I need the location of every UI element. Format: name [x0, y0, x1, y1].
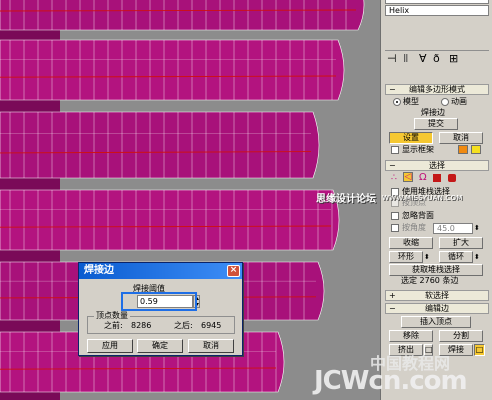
- commit-button[interactable]: 提交: [414, 118, 458, 130]
- before-value: 8286: [131, 321, 152, 330]
- by-angle-input[interactable]: 45.0: [433, 223, 473, 234]
- edge-select-icon[interactable]: ◁: [403, 172, 413, 182]
- show-cage-checkbox[interactable]: [391, 146, 399, 154]
- extrude-button[interactable]: 挤出: [389, 344, 423, 356]
- after-value: 6945: [201, 321, 222, 330]
- threshold-highlight: [121, 292, 197, 311]
- rollout-edit-poly-mode-title: 编辑多边形模式: [409, 85, 465, 94]
- helix-band: [0, 189, 340, 251]
- ring-button[interactable]: 环形: [389, 251, 423, 263]
- by-angle-checkbox[interactable]: [391, 224, 399, 232]
- mode-model-radio[interactable]: [393, 98, 401, 106]
- command-panel: Helix ⊣ Ⅱ ∀ ð ⊞ − 编辑多边形模式 模型 动画 焊接边 提交 设…: [380, 0, 492, 400]
- object-list-top: [385, 0, 489, 4]
- make-unique-icon[interactable]: ∀: [419, 53, 427, 64]
- use-stack-selection-label: 使用堆栈选择: [402, 187, 450, 196]
- by-vertex-label: 按顶点: [402, 198, 426, 207]
- loop-spinner[interactable]: ⬍: [474, 252, 480, 262]
- rollout-edit-edges[interactable]: − 编辑边: [385, 303, 489, 314]
- remove-modifier-icon[interactable]: ð: [433, 53, 440, 64]
- mode-animate-label: 动画: [451, 97, 467, 106]
- by-vertex-checkbox[interactable]: [391, 199, 399, 207]
- show-cage-label: 显示框架: [402, 145, 434, 154]
- rollout-selection[interactable]: − 选择: [385, 160, 489, 171]
- rollout-selection-title: 选择: [429, 161, 445, 170]
- vertex-count-label: 顶点数量: [94, 311, 130, 320]
- helix-band: [0, 39, 345, 101]
- by-angle-spinner[interactable]: ⬍: [474, 223, 480, 233]
- weld-button[interactable]: 焊接: [439, 344, 473, 356]
- ok-button[interactable]: 确定: [137, 339, 183, 353]
- mode-animate-radio[interactable]: [441, 98, 449, 106]
- cage-color-swatch[interactable]: [458, 145, 468, 154]
- helix-band: [0, 0, 365, 31]
- apply-button[interactable]: 应用: [87, 339, 133, 353]
- weld-settings-icon[interactable]: □: [474, 344, 485, 356]
- rollout-edit-edges-title: 编辑边: [425, 304, 449, 313]
- insert-vertex-button[interactable]: 插入顶点: [401, 316, 471, 328]
- ignore-backfacing-label: 忽略背面: [402, 211, 434, 220]
- dialog-titlebar[interactable]: 焊接边 ×: [79, 263, 242, 279]
- loop-button[interactable]: 循环: [439, 251, 473, 263]
- mode-model-label: 模型: [403, 97, 419, 106]
- by-angle-label: 按角度: [402, 223, 426, 232]
- object-name-field[interactable]: Helix: [385, 5, 489, 16]
- grow-button[interactable]: 扩大: [439, 237, 483, 249]
- after-label: 之后:: [174, 321, 193, 330]
- before-label: 之前:: [104, 321, 123, 330]
- shrink-button[interactable]: 收缩: [389, 237, 433, 249]
- dialog-title: 焊接边: [84, 265, 114, 276]
- extrude-settings-icon[interactable]: □: [424, 344, 433, 356]
- settings-button[interactable]: 设置: [389, 132, 433, 144]
- rollout-soft-selection[interactable]: + 软选择: [385, 290, 489, 301]
- rollout-minus-icon: −: [389, 85, 396, 94]
- ring-spinner[interactable]: ⬍: [424, 252, 430, 262]
- stack-separator: [385, 50, 489, 51]
- polygon-select-icon[interactable]: [433, 174, 441, 182]
- rollout-minus-icon: −: [389, 304, 396, 313]
- split-button[interactable]: 分割: [439, 330, 483, 342]
- use-stack-selection-checkbox[interactable]: [391, 188, 399, 196]
- configure-sets-icon[interactable]: ⊞: [449, 53, 458, 64]
- current-operation-label: 焊接边: [421, 108, 445, 117]
- element-select-icon[interactable]: [448, 174, 456, 182]
- show-end-result-icon[interactable]: Ⅱ: [403, 53, 408, 64]
- rollout-soft-selection-title: 软选择: [425, 291, 449, 300]
- vertex-select-icon[interactable]: ∴: [390, 173, 400, 183]
- dialog-cancel-button[interactable]: 取消: [188, 339, 234, 353]
- cage-selected-color-swatch[interactable]: [471, 145, 481, 154]
- border-select-icon[interactable]: Ω: [418, 173, 428, 183]
- weld-edges-dialog: 焊接边 × 焊接阈值 0.59 顶点数量 之前: 8286 之后: 6945 应…: [78, 262, 243, 356]
- rollout-minus-icon: −: [389, 161, 396, 170]
- rollout-edit-poly-mode[interactable]: − 编辑多边形模式: [385, 84, 489, 95]
- close-icon[interactable]: ×: [227, 265, 240, 277]
- helix-band: [0, 111, 320, 179]
- pin-stack-icon[interactable]: ⊣: [387, 53, 397, 64]
- remove-button[interactable]: 移除: [389, 330, 433, 342]
- rollout-plus-icon: +: [389, 291, 396, 300]
- ignore-backfacing-checkbox[interactable]: [391, 212, 399, 220]
- get-stack-selection-button[interactable]: 获取堆栈选择: [389, 264, 483, 276]
- cancel-button[interactable]: 取消: [439, 132, 483, 144]
- selection-status: 选定 2760 条边: [401, 276, 459, 285]
